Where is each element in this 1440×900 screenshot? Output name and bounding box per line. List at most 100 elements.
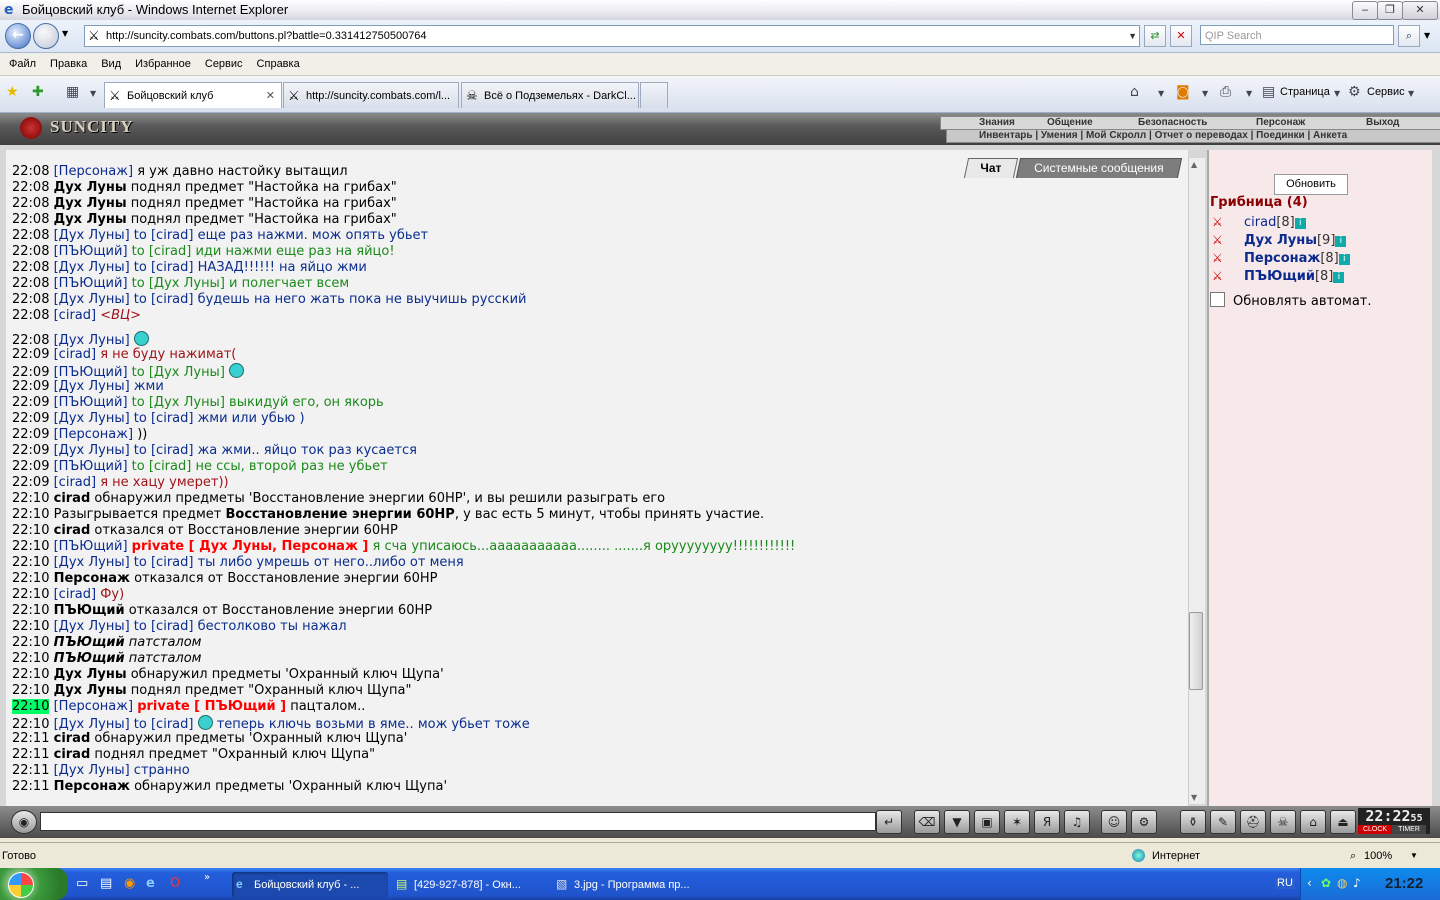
search-options-icon[interactable]: ▼ [1424,31,1430,40]
zoom-icon[interactable]: ⌕ [1350,843,1356,869]
home-dropdown-icon[interactable]: ▼ [1158,89,1164,98]
message-time[interactable]: 22:10 [12,619,49,634]
sender-name[interactable]: [Дух Луны] [54,292,130,307]
language-indicator[interactable]: RU [1275,877,1295,889]
page-menu-button[interactable]: Страница [1280,86,1330,98]
message-time[interactable]: 22:10 [12,507,49,522]
message-time[interactable]: 22:09 [12,411,49,426]
sender-name[interactable]: [ПЪЮщий] [54,244,128,259]
translit-icon[interactable]: Я [1034,810,1060,834]
message-time[interactable]: 22:11 [12,779,49,794]
message-time[interactable]: 22:08 [12,164,49,179]
message-time[interactable]: 22:10 [12,539,49,554]
sender-name[interactable]: [Дух Луны] [54,717,130,732]
zoom-level[interactable]: 100% [1364,843,1392,869]
message-time[interactable]: 22:10 [12,571,49,586]
refresh-button[interactable]: Обновить [1274,174,1348,195]
opera-icon[interactable]: O [170,876,180,891]
sender-name[interactable]: [Дух Луны] [54,379,130,394]
message-time[interactable]: 22:09 [12,395,49,410]
attack-sword-icon[interactable]: ⚔ [1212,233,1232,247]
smiley-icon[interactable]: ☺ [1101,810,1127,834]
search-icon[interactable]: ⌕ [1398,25,1420,47]
nav-character[interactable]: Персонаж [1256,117,1305,129]
sender-name[interactable]: [Дух Луны] [54,228,130,243]
chat-scroll-thumb[interactable] [1189,612,1203,690]
scroll-up-icon[interactable]: ▲ [1191,160,1197,169]
zoom-dropdown-icon[interactable]: ▼ [1410,843,1418,869]
back-button[interactable]: ← [5,23,31,49]
attack-sword-icon[interactable]: ⚔ [1212,269,1232,283]
new-tab-button[interactable] [640,82,668,108]
player-row[interactable]: ⚔ ПЪЮщий[8] i [1212,269,1345,284]
house-icon[interactable]: ⌂ [1300,810,1326,834]
search-input[interactable]: QIP Search [1200,25,1394,45]
quicklaunch-more-icon[interactable]: » [204,872,210,883]
message-time[interactable]: 22:08 [12,308,49,323]
sender-name[interactable]: [Дух Луны] [54,260,130,275]
sender-name[interactable]: [ПЪЮщий] [54,276,128,291]
message-time[interactable]: 22:09 [12,443,49,458]
player-name[interactable]: cirad [1244,215,1276,230]
print-dropdown-icon[interactable]: ▼ [1246,89,1252,98]
sender-name[interactable]: [ПЪЮщий] [54,539,128,554]
address-field[interactable]: ⚔ http://suncity.combats.com/buttons.pl?… [84,25,1140,47]
timer-label[interactable]: TIMER [1392,825,1426,834]
helmet-icon[interactable]: ⛑ [1240,810,1266,834]
message-time[interactable]: 22:11 [12,731,49,746]
favorites-star-icon[interactable]: ★ [6,84,19,100]
quick-tabs-icon[interactable]: ▦ [66,84,79,100]
maximize-button[interactable]: ❐ [1377,1,1403,20]
tray-expand-icon[interactable]: ‹ [1307,876,1312,890]
bottle-icon[interactable]: ⚱ [1180,810,1206,834]
message-time[interactable]: 22:10 [12,587,49,602]
message-time[interactable]: 22:10 [12,523,49,538]
filter-icon[interactable]: ▼ [944,810,970,834]
player-name[interactable]: ПЪЮщий [1244,269,1315,284]
menu-tools[interactable]: Сервис [198,53,250,75]
sender-name[interactable]: [Персонаж] [54,427,133,442]
message-time[interactable]: 22:10 [12,651,49,666]
sender-name[interactable]: [ПЪЮщий] [54,395,128,410]
message-time[interactable]: 22:08 [12,292,49,307]
forward-button[interactable]: → [33,23,59,49]
message-time[interactable]: 22:08 [12,212,49,227]
desktop-icon[interactable]: ▭ [76,876,88,891]
sender-name[interactable]: [cirad] [54,475,96,490]
tray-network-icon[interactable]: ✿ [1321,876,1331,890]
clock-label[interactable]: CLOCK [1358,825,1392,834]
tray-volume-icon[interactable]: ♪ [1353,876,1361,890]
fighter-icon[interactable]: ✶ [1004,810,1030,834]
info-icon[interactable]: i [1335,236,1347,247]
send-enter-icon[interactable]: ↵ [876,810,902,834]
sender-name[interactable]: [Дух Луны] [54,411,130,426]
skull-icon[interactable]: ☠ [1270,810,1296,834]
minimize-button[interactable]: ‒ [1352,1,1378,20]
tab-suncity[interactable]: ⚔ http://suncity.combats.com/l... [283,82,459,108]
refresh-icon[interactable]: ⇄ [1144,25,1166,47]
sender-name[interactable]: [Дух Луны] [54,333,130,348]
sender-name[interactable]: [Дух Луны] [54,619,130,634]
tab-close-icon[interactable]: ✕ [266,83,275,108]
sender-name[interactable]: [ПЪЮщий] [54,459,128,474]
message-time[interactable]: 22:08 [12,333,49,348]
nav-communication[interactable]: Общение [1047,117,1093,129]
auto-refresh-row[interactable]: Обновлять автомат. [1210,292,1372,309]
sender-name[interactable]: [Персонаж] [54,164,133,179]
page-dropdown-icon[interactable]: ▼ [1334,89,1340,98]
start-button[interactable] [0,868,68,900]
message-time[interactable]: 22:08 [12,276,49,291]
message-time[interactable]: 22:11 [12,747,49,762]
chat-message-input[interactable] [40,812,876,831]
scroll-down-icon[interactable]: ▼ [1191,793,1197,802]
message-time[interactable]: 22:08 [12,260,49,275]
browser-icon[interactable]: ◉ [124,876,135,891]
task-qip-window[interactable]: ▤ [429-927-878] - Окн... [392,872,548,898]
info-icon[interactable]: i [1333,272,1345,283]
message-time[interactable]: 22:08 [12,244,49,259]
nav-security[interactable]: Безопасность [1138,117,1207,129]
message-time[interactable]: 22:11 [12,763,49,778]
message-time[interactable]: 22:09 [12,427,49,442]
menu-file[interactable]: Файл [2,53,43,75]
menu-help[interactable]: Справка [250,53,307,75]
